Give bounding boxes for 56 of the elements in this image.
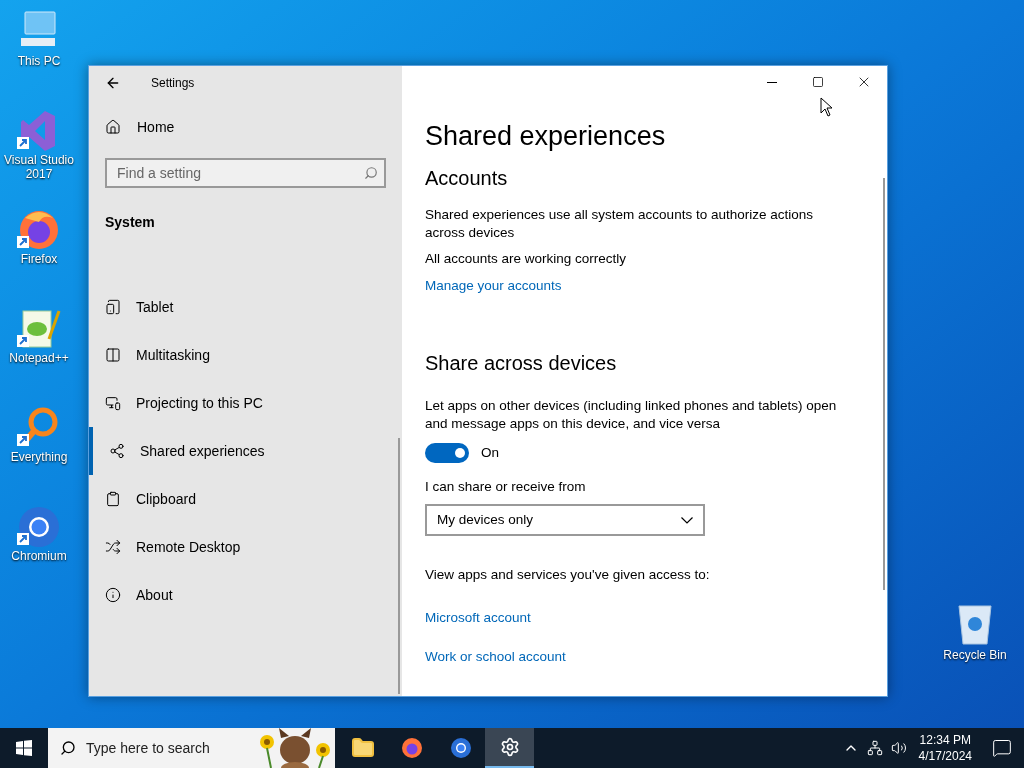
settings-icon <box>499 737 520 757</box>
home-nav-item[interactable]: Home <box>89 107 402 147</box>
search-icon <box>60 740 76 756</box>
desktop-icon-label[interactable]: Everything <box>1 450 77 464</box>
window-title: Settings <box>151 75 195 92</box>
taskbar-search-field[interactable]: Type here to search <box>48 728 335 768</box>
section-heading: Share across devices <box>425 351 617 376</box>
access-text: View apps and services you've given access to: <box>425 566 710 585</box>
section-heading: Accounts <box>425 166 508 191</box>
nav-item-icon <box>105 347 121 363</box>
page-heading: Shared experiences <box>425 120 666 153</box>
nav-item[interactable]: Remote Desktop <box>89 523 402 571</box>
folder-icon <box>350 736 375 760</box>
dropdown-label: I can share or receive from <box>425 478 586 497</box>
taskbar-app-button[interactable] <box>485 728 534 768</box>
nav-item-icon <box>105 395 121 411</box>
account-link[interactable]: Work or school account <box>425 648 566 667</box>
taskbar-search-input[interactable]: Type here to search <box>86 737 236 759</box>
windows-logo-icon <box>16 740 32 756</box>
account-link[interactable]: Microsoft account <box>425 609 531 628</box>
firefox-icon <box>399 736 424 760</box>
share-dropdown[interactable]: My devices only <box>425 504 705 537</box>
nav-item[interactable]: Clipboard <box>89 475 402 523</box>
network-icon[interactable] <box>866 740 883 756</box>
search-icon <box>364 166 378 180</box>
nav-item[interactable]: Multitasking <box>89 331 402 379</box>
desktop-icon-label[interactable]: Recycle Bin <box>943 646 1007 664</box>
toggle-label: On <box>481 444 499 462</box>
clock-date[interactable]: 4/17/2024 <box>918 748 972 764</box>
volume-icon[interactable] <box>890 740 907 756</box>
manage-accounts-link[interactable]: Manage your accounts <box>425 277 562 295</box>
description-text: Let apps on other devices (including linked phones and tablets) open and message apps on this device, and vice versa <box>425 397 838 433</box>
nav-item-icon <box>105 491 121 507</box>
recycle-bin-icon <box>955 602 995 646</box>
home-icon <box>105 119 121 135</box>
search-field[interactable]: Find a setting <box>105 158 386 188</box>
nav-item-icon <box>105 539 121 555</box>
nav-item[interactable]: Projecting to this PC <box>89 379 402 427</box>
desktop-icon-label[interactable]: Notepad++ <box>1 351 77 365</box>
section-heading: System <box>105 213 156 232</box>
clock-time[interactable]: 12:34 PM <box>919 732 971 748</box>
minimize-icon <box>767 81 777 83</box>
nav-item-icon <box>109 443 125 459</box>
maximize-icon <box>812 76 824 88</box>
nav-item[interactable]: About <box>89 571 402 619</box>
nav-item-icon <box>105 299 121 315</box>
desktop-icon-label[interactable]: Chromium <box>1 549 77 563</box>
chromium-icon <box>448 736 473 760</box>
notification-icon <box>992 738 1012 758</box>
nav-item[interactable]: Tablet <box>89 283 402 331</box>
status-text: All accounts are working correctly <box>425 250 627 268</box>
toggle-switch[interactable] <box>425 443 469 464</box>
mouse-pointer-icon <box>820 97 833 117</box>
nav-item-icon <box>105 587 121 603</box>
chevron-down-icon <box>681 516 693 524</box>
description-text: Shared experiences use all system accounts to authorize actions across devices <box>425 206 814 242</box>
